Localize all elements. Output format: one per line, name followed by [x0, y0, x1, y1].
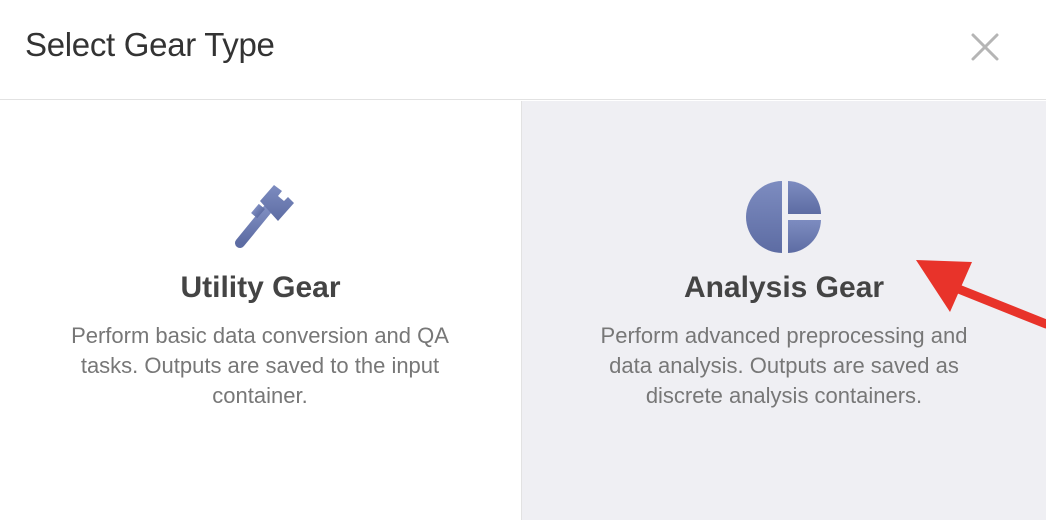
utility-gear-title: Utility Gear — [180, 271, 341, 304]
utility-gear-option[interactable]: Utility Gear Perform basic data conversi… — [0, 101, 522, 520]
wrench-icon — [235, 185, 294, 248]
close-button[interactable] — [968, 30, 1002, 64]
dialog-title: Select Gear Type — [25, 26, 275, 63]
close-icon — [971, 33, 999, 61]
dialog-header: Select Gear Type — [0, 0, 1046, 100]
pie-chart-icon — [746, 181, 821, 253]
red-arrow-icon — [916, 260, 1046, 329]
utility-gear-description: Perform basic data conversion and QA tas… — [71, 323, 449, 408]
select-gear-type-dialog: Select Gear Type Utility Gear Perform ba… — [0, 0, 1046, 520]
gear-type-options: Utility Gear Perform basic data conversi… — [0, 101, 1046, 520]
